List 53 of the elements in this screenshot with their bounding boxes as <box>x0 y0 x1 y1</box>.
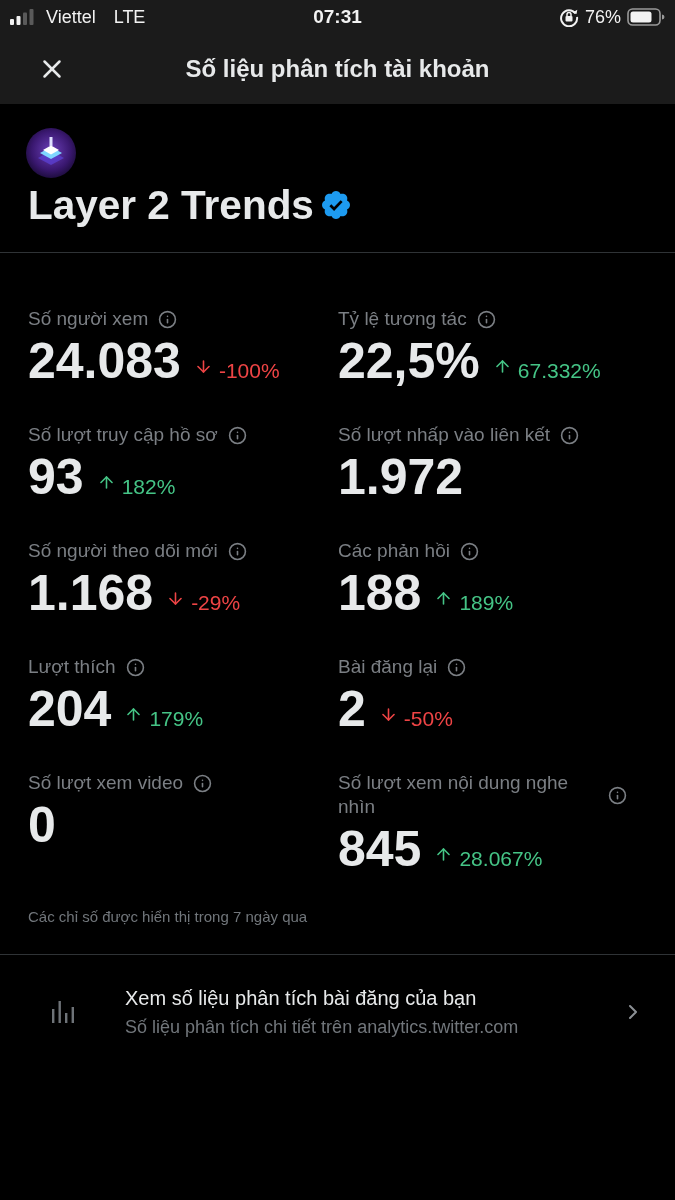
metric-value: 2 <box>338 681 366 737</box>
carrier-name: Viettel <box>46 6 96 28</box>
screen-title: Số liệu phân tích tài khoản <box>185 55 490 83</box>
signal-bars-icon <box>10 9 34 25</box>
metric-value: 1.972 <box>338 449 464 505</box>
info-icon[interactable] <box>227 425 247 445</box>
metric-label: Số người xem <box>28 307 149 331</box>
battery-percent: 76% <box>584 6 621 28</box>
status-time: 07:31 <box>313 6 362 28</box>
metric-change: 179% <box>149 707 204 731</box>
link-subtitle: Số liệu phân tích chi tiết trên analytics.twitter.com <box>125 1016 519 1039</box>
metric-value: 188 <box>338 565 422 621</box>
metric-label: Các phản hồi <box>338 539 450 563</box>
info-icon[interactable] <box>476 309 496 329</box>
metric-value: 1.168 <box>28 565 154 621</box>
metric-label: Số lượt truy cập hồ sơ <box>28 423 218 447</box>
link-title: Xem số liệu phân tích bài đăng của bạn <box>125 986 477 1011</box>
rotation-lock-icon <box>558 7 579 27</box>
info-icon[interactable] <box>459 541 479 561</box>
post-analytics-link[interactable]: Xem số liệu phân tích bài đăng của bạn Số liệu phân tích chi tiết trên analytics.twitter.com <box>0 955 675 1065</box>
metric-change: 67.332% <box>517 359 601 383</box>
metric-label: Số lượt xem video <box>28 771 184 795</box>
metric-label: Tỷ lệ tương tác <box>338 307 467 331</box>
metric-value: 204 <box>28 681 112 737</box>
metric-change: -100% <box>218 359 280 383</box>
metric-label: Số lượt nhấp vào liên kết <box>338 423 551 447</box>
info-icon[interactable] <box>227 541 247 561</box>
info-icon[interactable] <box>608 785 627 805</box>
info-icon[interactable] <box>447 657 467 677</box>
metric-label: Lượt thích <box>28 655 116 679</box>
metric-change: 182% <box>121 475 176 499</box>
metric-value: 93 <box>28 449 84 505</box>
bar-chart-icon <box>52 1001 74 1023</box>
info-icon[interactable] <box>158 309 178 329</box>
metric-value: 22,5% <box>338 333 480 389</box>
metric-change: 28.067% <box>459 847 543 871</box>
footnote-text: Các chỉ số được hiển thị trong 7 ngày qua <box>28 907 308 927</box>
metric-change: -50% <box>403 707 453 731</box>
metric-value: 0 <box>28 797 56 853</box>
network-type: LTE <box>113 6 146 28</box>
avatar-image <box>26 128 76 178</box>
info-icon[interactable] <box>125 657 145 677</box>
info-icon[interactable] <box>560 425 580 445</box>
metric-value: 24.083 <box>28 333 181 389</box>
metric-value: 845 <box>338 821 422 877</box>
metric-label: Bài đăng lại <box>338 655 438 679</box>
metric-label: Số lượt xem nội dung nghe nhìn <box>338 771 570 819</box>
metric-change: 189% <box>459 591 514 615</box>
battery-icon <box>627 8 665 26</box>
metric-change: -29% <box>191 591 241 615</box>
metric-label: Số người theo dõi mới <box>28 539 218 563</box>
account-name: Layer 2 Trends <box>28 182 314 228</box>
info-icon[interactable] <box>193 773 213 793</box>
